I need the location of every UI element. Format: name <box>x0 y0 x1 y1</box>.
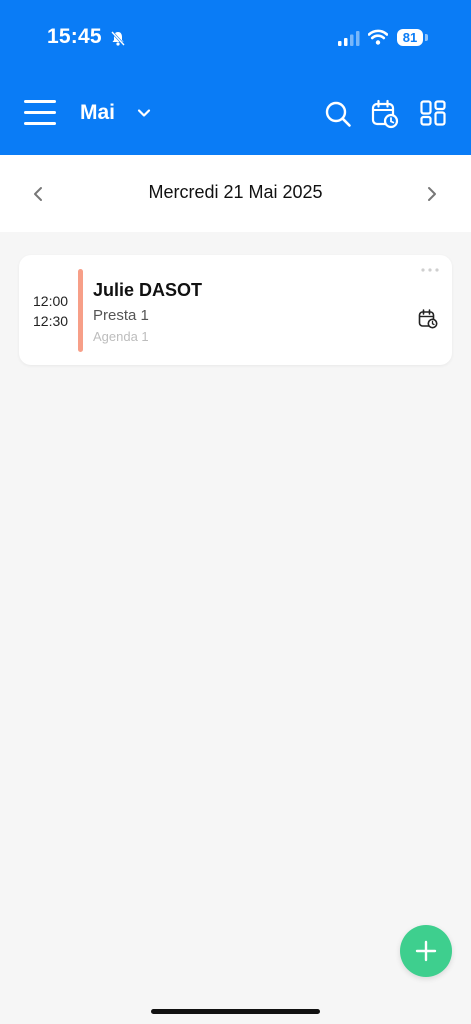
calendar-clock-icon[interactable] <box>371 99 399 129</box>
battery-level: 81 <box>402 30 418 45</box>
status-time: 15:45 <box>47 25 102 48</box>
appointment-card[interactable]: 12:00 12:30 Julie DASOT Presta 1 Agenda … <box>19 255 452 365</box>
appointment-agenda: Agenda 1 <box>93 329 149 344</box>
grid-icon[interactable] <box>420 100 446 126</box>
signal-icon <box>338 31 360 46</box>
appointment-start-time: 12:00 <box>33 293 69 309</box>
current-date: Mercredi 21 Mai 2025 <box>148 182 323 202</box>
appointment-service: Presta 1 <box>93 307 149 324</box>
month-title[interactable]: Mai <box>80 101 115 125</box>
battery-tip <box>425 34 428 41</box>
add-appointment-button[interactable] <box>400 925 452 977</box>
appointment-end-time: 12:30 <box>33 313 69 329</box>
wifi-icon <box>368 29 388 45</box>
more-dots-icon[interactable] <box>420 267 440 273</box>
calendar-clock-icon <box>418 309 438 329</box>
bell-muted-icon <box>111 31 125 46</box>
chevron-right-icon[interactable] <box>424 185 440 203</box>
appointment-color-bar <box>78 269 83 352</box>
hamburger-icon[interactable] <box>24 100 56 126</box>
search-icon[interactable] <box>324 100 352 128</box>
home-indicator <box>151 1009 320 1014</box>
appointment-client-name: Julie DASOT <box>93 280 203 300</box>
app-header: 15:45 81 Mai <box>0 0 471 155</box>
plus-icon <box>415 940 437 962</box>
battery-indicator: 81 <box>397 29 423 46</box>
chevron-down-icon[interactable] <box>137 106 151 120</box>
